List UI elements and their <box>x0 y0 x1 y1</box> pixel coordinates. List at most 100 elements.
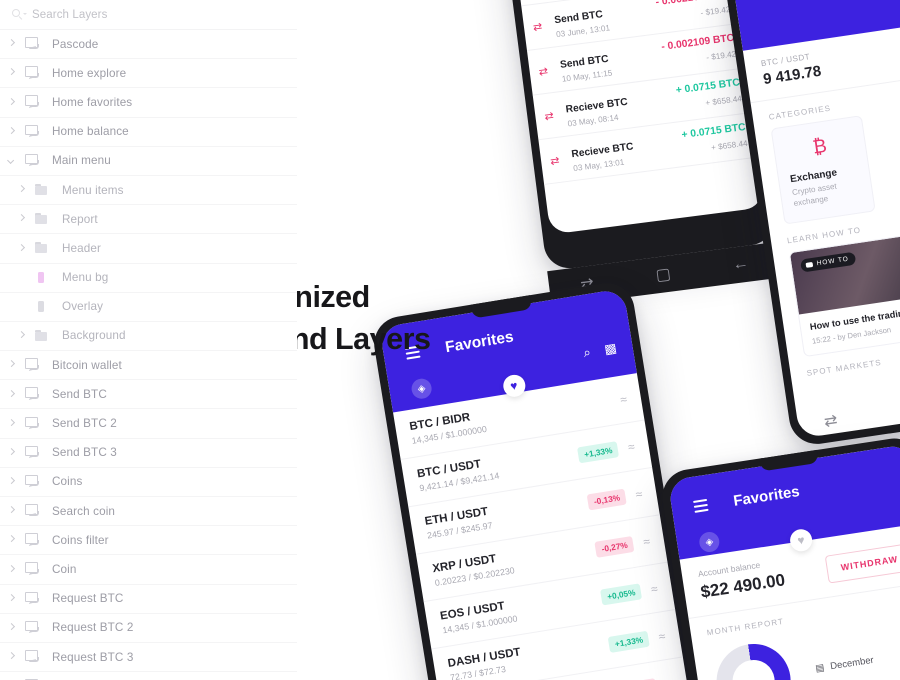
transaction-info: Send BTC 10 May, 11:15 <box>553 41 665 84</box>
month-label: December <box>829 654 875 672</box>
transaction-info: Recieve BTC 03 May, 08:14 <box>559 85 679 129</box>
change-badge: +0,05% <box>599 582 643 606</box>
transfer-arrows-icon: ⇄ <box>549 154 561 168</box>
search-input[interactable]: Search Layers <box>32 9 107 21</box>
layer-row[interactable]: Pascode <box>0 30 297 60</box>
artboard-icon <box>24 591 43 607</box>
category-card-exchange[interactable]: ₿ Exchange Crypto asset exchange <box>770 115 876 225</box>
layer-row[interactable]: Request BTC 2 <box>0 614 297 643</box>
month-report-donut-chart <box>711 638 796 680</box>
layer-label: Send BTC 3 <box>52 446 117 460</box>
chevron-right-icon[interactable] <box>4 561 20 577</box>
appbar-actions: ⌕ ▩ <box>582 340 618 361</box>
chevron-right-icon[interactable] <box>14 182 30 198</box>
layer-row[interactable]: Request BTC <box>0 585 297 614</box>
chevron-right-icon[interactable] <box>4 386 20 402</box>
chevron-right-icon[interactable] <box>4 620 20 636</box>
transaction-list: ⇄Send BTC11 July, 17:05- 0.043010 BTC- $… <box>510 0 759 185</box>
chevron-right-icon[interactable] <box>4 503 20 519</box>
transfer-arrows-icon: ⇄ <box>543 109 555 123</box>
layer-label: Request BTC 3 <box>52 650 134 664</box>
search-icon[interactable]: ⌕ <box>582 344 592 361</box>
layer-label: Main menu <box>52 154 111 168</box>
layer-row[interactable]: Report <box>0 205 297 235</box>
chevron-right-icon[interactable] <box>4 36 20 52</box>
layer-row[interactable]: Coin <box>0 555 297 585</box>
chevron-right-icon[interactable] <box>14 240 30 256</box>
chevron-right-icon[interactable] <box>4 416 20 432</box>
layer-row[interactable]: Menu items <box>0 176 297 206</box>
artboard-icon <box>24 416 43 432</box>
layer-row[interactable]: Send BTC <box>0 380 297 410</box>
chevron-right-icon[interactable] <box>14 211 30 227</box>
chevron-right-icon[interactable] <box>4 124 20 140</box>
layer-row[interactable]: Send BTC 3 <box>0 439 297 468</box>
chevron-down-icon[interactable] <box>4 153 20 169</box>
transaction-title: Send BTC <box>553 8 604 26</box>
layer-row[interactable]: Overlay <box>0 293 297 322</box>
qr-code-icon[interactable]: ▩ <box>603 340 618 358</box>
layer-row[interactable]: Bitcoin wallet <box>0 351 297 381</box>
chevron-right-icon[interactable] <box>4 357 20 373</box>
layer-label: Overlay <box>62 300 104 314</box>
transaction-amounts: + 0.0715 BTC + $658.44 <box>675 77 743 114</box>
transaction-fiat: - $19.42 <box>705 49 737 62</box>
sparkline-icon: ≈ <box>657 628 667 644</box>
compass-icon[interactable]: ◈ <box>410 377 434 401</box>
screenshot-stage: ⇄Send BTC11 July, 17:05- 0.043010 BTC- $… <box>0 0 900 680</box>
chevron-right-icon[interactable] <box>4 591 20 607</box>
layer-row[interactable]: Request BTC 3 <box>0 643 297 673</box>
search-icon <box>12 8 27 21</box>
layer-row[interactable]: Search coin <box>0 497 297 527</box>
search-layers-row[interactable]: Search Layers <box>0 0 297 30</box>
transaction-amount: + 0.0715 BTC <box>675 76 741 96</box>
back-icon[interactable]: ← <box>732 255 750 275</box>
menu-icon[interactable] <box>693 498 709 516</box>
layer-row[interactable]: Main menu <box>0 147 297 176</box>
layer-row[interactable]: Background <box>0 322 297 352</box>
layer-label: Menu items <box>62 183 124 197</box>
badge-dot-icon <box>805 261 814 268</box>
layers-panel: Search Layers Pascode Home explore Home fa… <box>0 0 297 680</box>
layer-row[interactable]: Home favorites <box>0 88 297 118</box>
layer-label: Home balance <box>52 125 129 139</box>
rect-swatch-icon <box>34 299 53 315</box>
month-selector[interactable]: ▤ December <box>815 654 875 674</box>
artboard-icon <box>24 649 43 665</box>
bitcoin-exchange-icon: ₿ <box>811 135 829 159</box>
sparkline-icon: ≈ <box>626 438 636 454</box>
layer-row[interactable]: Header <box>0 234 297 264</box>
chevron-right-icon[interactable] <box>4 65 20 81</box>
layer-label: Coins <box>52 475 83 489</box>
sparkline-icon: ≈ <box>619 391 628 407</box>
layer-row[interactable]: Home balance <box>0 118 297 147</box>
chevron-right-icon[interactable] <box>14 328 30 344</box>
layer-row[interactable]: Send BTC 2 <box>0 409 297 439</box>
phone-screen-balance: Favorites ◈ ♥ Account balance $22 490.00… <box>667 443 900 680</box>
change-badge: -0,13% <box>586 488 628 510</box>
layer-row[interactable]: BTC Address <box>0 672 297 680</box>
withdraw-button[interactable]: WITHDRAW <box>825 543 900 584</box>
layer-row[interactable]: Menu bg <box>0 264 297 293</box>
change-badge: +1,33% <box>607 630 651 653</box>
layer-row[interactable]: Coins filter <box>0 526 297 556</box>
chevron-right-icon[interactable] <box>4 532 20 548</box>
artboard-icon <box>24 561 43 577</box>
change-badge: +1,33% <box>576 440 620 463</box>
chevron-right-icon[interactable] <box>4 474 20 490</box>
transaction-fiat: + $658.44 <box>710 138 749 152</box>
chevron-right-icon[interactable] <box>4 94 20 110</box>
folder-icon <box>34 211 53 227</box>
transaction-amount: - 0.002109 BTC <box>660 32 735 53</box>
layer-label: Home explore <box>52 66 127 80</box>
how-to-badge-label: HOW TO <box>816 255 850 267</box>
balance-title: Favorites <box>732 483 801 510</box>
chevron-right-icon[interactable] <box>4 649 20 665</box>
chevron-right-icon[interactable] <box>4 445 20 461</box>
layer-row[interactable]: Home explore <box>0 59 297 89</box>
recents-icon[interactable]: ⇄ <box>823 410 839 432</box>
compass-icon[interactable]: ◈ <box>697 530 721 554</box>
home-icon[interactable]: ▢ <box>654 264 672 286</box>
transaction-fiat: - $19.42 <box>699 4 731 18</box>
layer-row[interactable]: Coins <box>0 468 297 497</box>
